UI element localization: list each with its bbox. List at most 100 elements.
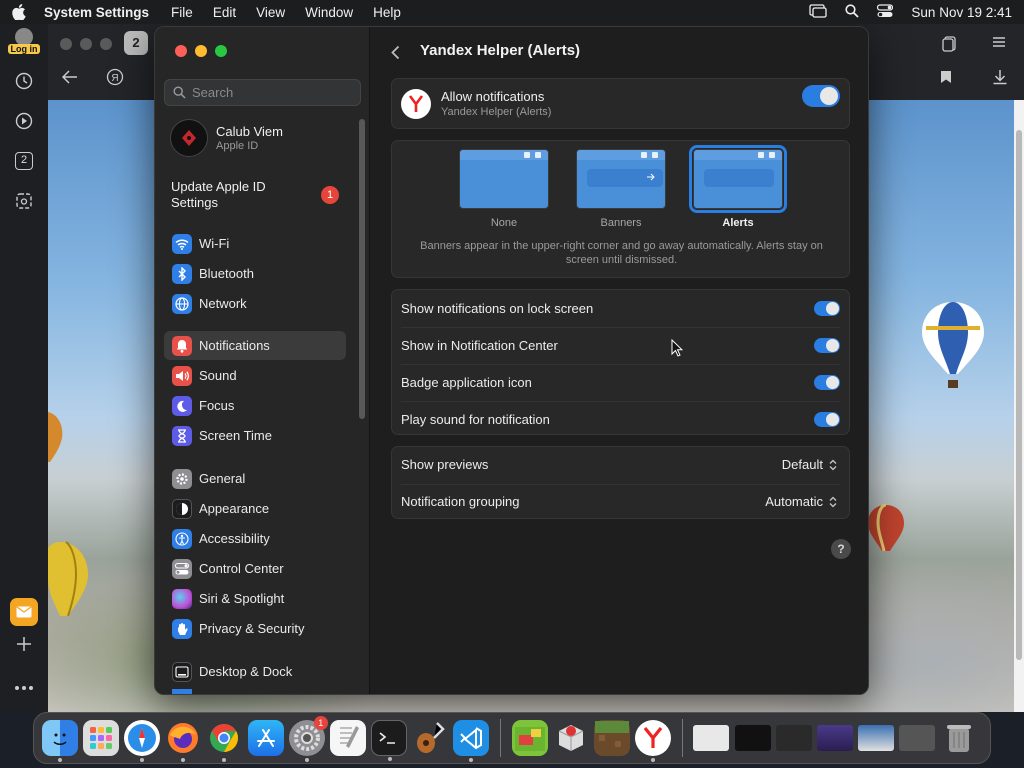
- sidebar-item-network[interactable]: Network: [164, 289, 346, 318]
- window-thumb-4[interactable]: [816, 725, 853, 751]
- tab-count-button[interactable]: 2: [124, 31, 148, 55]
- browser-scrollbar[interactable]: [1014, 100, 1024, 712]
- firefox-icon[interactable]: [165, 720, 201, 762]
- apple-menu-icon[interactable]: [12, 4, 26, 20]
- bookmark-icon[interactable]: [940, 70, 952, 87]
- sidebar-item-siri-spotlight[interactable]: Siri & Spotlight: [164, 584, 346, 613]
- menu-app-name[interactable]: System Settings: [44, 5, 149, 20]
- play-sound-toggle[interactable]: [814, 412, 840, 427]
- chrome-icon[interactable]: [206, 720, 242, 762]
- history-icon[interactable]: [12, 69, 36, 93]
- alert-style-alerts[interactable]: Alerts: [689, 145, 787, 229]
- window-thumb-6[interactable]: [899, 725, 936, 751]
- close-button[interactable]: [175, 45, 187, 57]
- yandex-icon: [401, 89, 431, 119]
- sidebar-item-notifications[interactable]: Notifications: [164, 331, 346, 360]
- notification-center-toggle[interactable]: [814, 338, 840, 353]
- back-arrow-icon[interactable]: [61, 70, 78, 87]
- browser-scrollbar-thumb[interactable]: [1016, 130, 1022, 660]
- sidebar-scrollbar[interactable]: [359, 119, 365, 419]
- sidebar-item-wifi[interactable]: Wi-Fi: [164, 229, 346, 258]
- chevron-updown-icon: [829, 459, 837, 470]
- minimize-button[interactable]: [195, 45, 207, 57]
- zoom-button[interactable]: [215, 45, 227, 57]
- menu-clock[interactable]: Sun Nov 19 2:41: [911, 5, 1012, 20]
- sidebar-item-sound[interactable]: Sound: [164, 361, 346, 390]
- show-previews-select[interactable]: Default: [782, 457, 837, 472]
- page-title: Yandex Helper (Alerts): [420, 42, 581, 59]
- browser-close-button[interactable]: [60, 38, 72, 50]
- hand-icon: [172, 618, 192, 639]
- login-button[interactable]: Log in: [8, 28, 40, 54]
- hot-air-balloon-icon: [868, 503, 904, 552]
- download-icon[interactable]: [992, 69, 1008, 88]
- sidebar-item-focus[interactable]: Focus: [164, 391, 346, 420]
- siri-icon: [172, 588, 192, 609]
- terminal-icon[interactable]: [371, 720, 408, 761]
- apple-id-account[interactable]: Calub Viem Apple ID: [170, 119, 283, 157]
- trash-icon[interactable]: [941, 720, 977, 756]
- sidebar-item-privacy-security[interactable]: Privacy & Security: [164, 614, 346, 643]
- mail-app-icon[interactable]: [10, 598, 38, 626]
- notification-grouping-select[interactable]: Automatic: [765, 494, 837, 509]
- system-settings-badge: 1: [313, 716, 328, 730]
- sidebar-item-label: Notifications: [199, 338, 270, 353]
- more-icon[interactable]: [12, 676, 36, 700]
- help-button[interactable]: ?: [831, 539, 851, 559]
- app-store-icon[interactable]: [247, 720, 284, 756]
- search-input[interactable]: [192, 85, 352, 100]
- sidebar-item-bluetooth[interactable]: Bluetooth: [164, 259, 346, 288]
- package-icon[interactable]: [553, 720, 589, 756]
- window-thumb-5[interactable]: [858, 725, 895, 751]
- bookmarks-panel-icon[interactable]: [942, 36, 958, 55]
- play-icon[interactable]: [12, 109, 36, 133]
- menu-window[interactable]: Window: [305, 5, 353, 20]
- guitar-icon[interactable]: [412, 720, 448, 756]
- sidebar-item-accessibility[interactable]: Accessibility: [164, 524, 346, 553]
- search-icon: [173, 86, 186, 99]
- control-center-icon[interactable]: [877, 3, 894, 21]
- browser-zoom-button[interactable]: [100, 38, 112, 50]
- menu-lines-icon[interactable]: [992, 36, 1006, 51]
- screen-mirroring-icon[interactable]: [809, 3, 828, 21]
- system-settings-icon[interactable]: 1: [288, 716, 328, 762]
- yandex-browser-icon[interactable]: Я: [106, 68, 124, 89]
- update-apple-id-item[interactable]: Update Apple ID Settings 1: [171, 179, 351, 211]
- window-thumb-1[interactable]: [693, 725, 730, 751]
- add-icon[interactable]: [12, 632, 36, 656]
- screenshot-icon[interactable]: [12, 189, 36, 213]
- minecraft-icon[interactable]: [594, 720, 631, 756]
- spotlight-search-icon[interactable]: [845, 3, 860, 21]
- badge-icon-toggle[interactable]: [814, 375, 840, 390]
- browser-minimize-button[interactable]: [80, 38, 92, 50]
- sidebar-item-control-center[interactable]: Control Center: [164, 554, 346, 583]
- sidebar-item-general[interactable]: General: [164, 464, 346, 493]
- update-badge: 1: [321, 186, 339, 204]
- search-field[interactable]: [164, 79, 361, 106]
- yandex-icon[interactable]: [635, 720, 672, 762]
- chevron-left-icon: [391, 45, 400, 59]
- vscode-icon[interactable]: [453, 720, 490, 762]
- safari-icon[interactable]: [123, 720, 160, 762]
- tab-counter-icon[interactable]: 2: [12, 149, 36, 173]
- accessibility-icon: [172, 528, 192, 549]
- window-thumb-3[interactable]: [775, 725, 812, 751]
- menu-file[interactable]: File: [171, 5, 193, 20]
- menu-edit[interactable]: Edit: [213, 5, 236, 20]
- alert-style-banners[interactable]: Banners: [576, 149, 666, 229]
- sidebar-item-screen-time[interactable]: Screen Time: [164, 421, 346, 450]
- launchpad-icon[interactable]: [82, 720, 119, 756]
- finder-icon[interactable]: [41, 720, 78, 762]
- allow-notifications-toggle[interactable]: [802, 85, 840, 107]
- menu-view[interactable]: View: [256, 5, 285, 20]
- sidebar-item-appearance[interactable]: Appearance: [164, 494, 346, 523]
- textedit-icon[interactable]: [329, 720, 366, 756]
- alert-style-none[interactable]: None: [459, 149, 549, 229]
- sidebar-item-desktop-dock[interactable]: Desktop & Dock: [164, 657, 346, 686]
- game-icon[interactable]: [511, 720, 548, 756]
- back-button[interactable]: [391, 43, 405, 61]
- window-thumb-2[interactable]: [734, 725, 771, 751]
- notification-detail-pane: Yandex Helper (Alerts) Allow notificatio…: [371, 27, 868, 694]
- lock-screen-toggle[interactable]: [814, 301, 840, 316]
- menu-help[interactable]: Help: [373, 5, 401, 20]
